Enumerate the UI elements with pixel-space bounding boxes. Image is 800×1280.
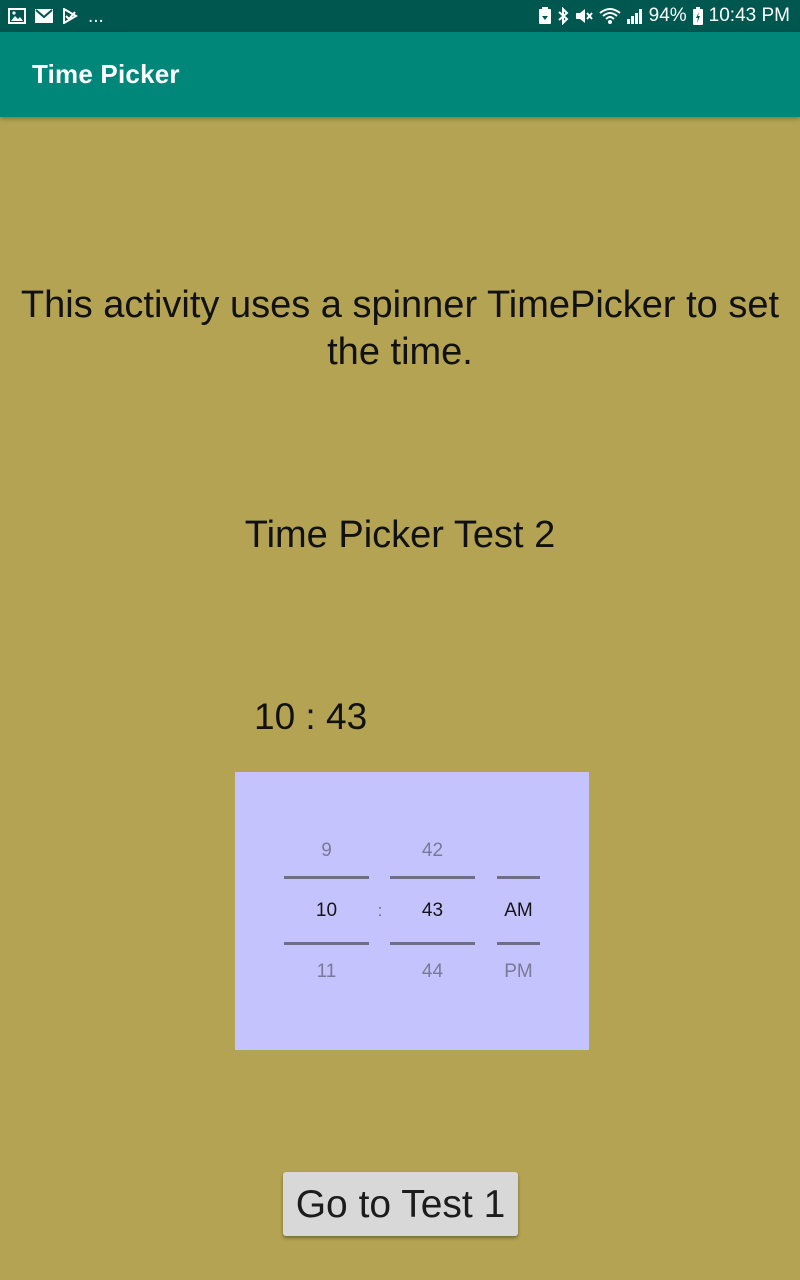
ampm-divider-top: [497, 876, 540, 879]
app-bar: Time Picker: [0, 32, 800, 117]
status-left-icons: ...: [8, 0, 104, 32]
app-title: Time Picker: [32, 59, 180, 89]
minute-prev-value[interactable]: 42: [390, 838, 475, 864]
status-time: 10:43 PM: [708, 5, 790, 26]
signal-icon: [626, 7, 644, 25]
hour-prev-value[interactable]: 9: [284, 838, 369, 864]
status-right-icons: 94% 10:43 PM: [538, 0, 790, 32]
ampm-current-value[interactable]: AM: [497, 898, 540, 924]
battery-icon: [692, 6, 704, 26]
minute-divider-top: [390, 876, 475, 879]
battery-percent: 94%: [648, 5, 687, 26]
minute-spinner[interactable]: 42 43 44: [390, 772, 475, 1050]
check-icon: [62, 8, 78, 24]
go-to-test-1-button[interactable]: Go to Test 1: [283, 1172, 518, 1236]
minute-current-value[interactable]: 43: [390, 898, 475, 924]
hour-next-value[interactable]: 11: [284, 959, 369, 985]
hour-spinner[interactable]: 9 10 11: [284, 772, 369, 1050]
minute-next-value[interactable]: 44: [390, 959, 475, 985]
mail-icon: [34, 8, 54, 24]
status-bar: ... 94% 10:43 PM: [0, 0, 800, 32]
time-picker: 9 10 11 : 42 43 44 AM PM: [235, 772, 589, 1050]
time-separator: :: [377, 901, 383, 920]
image-icon: [8, 8, 26, 24]
hour-current-value[interactable]: 10: [284, 898, 369, 924]
ampm-next-value[interactable]: PM: [497, 959, 540, 985]
battery-saver-icon: [538, 7, 552, 25]
ampm-spinner[interactable]: AM PM: [497, 772, 540, 1050]
bluetooth-icon: [557, 7, 569, 25]
mute-icon: [574, 7, 594, 25]
ampm-divider-bottom: [497, 942, 540, 945]
description-text: This activity uses a spinner TimePicker …: [20, 284, 780, 373]
test-title: Time Picker Test 2: [244, 514, 556, 556]
minute-divider-bottom: [390, 942, 475, 945]
hour-divider-top: [284, 876, 369, 879]
status-overflow: ...: [88, 5, 104, 27]
hour-divider-bottom: [284, 942, 369, 945]
time-display: 10 : 43: [254, 696, 368, 737]
wifi-icon: [599, 7, 621, 25]
